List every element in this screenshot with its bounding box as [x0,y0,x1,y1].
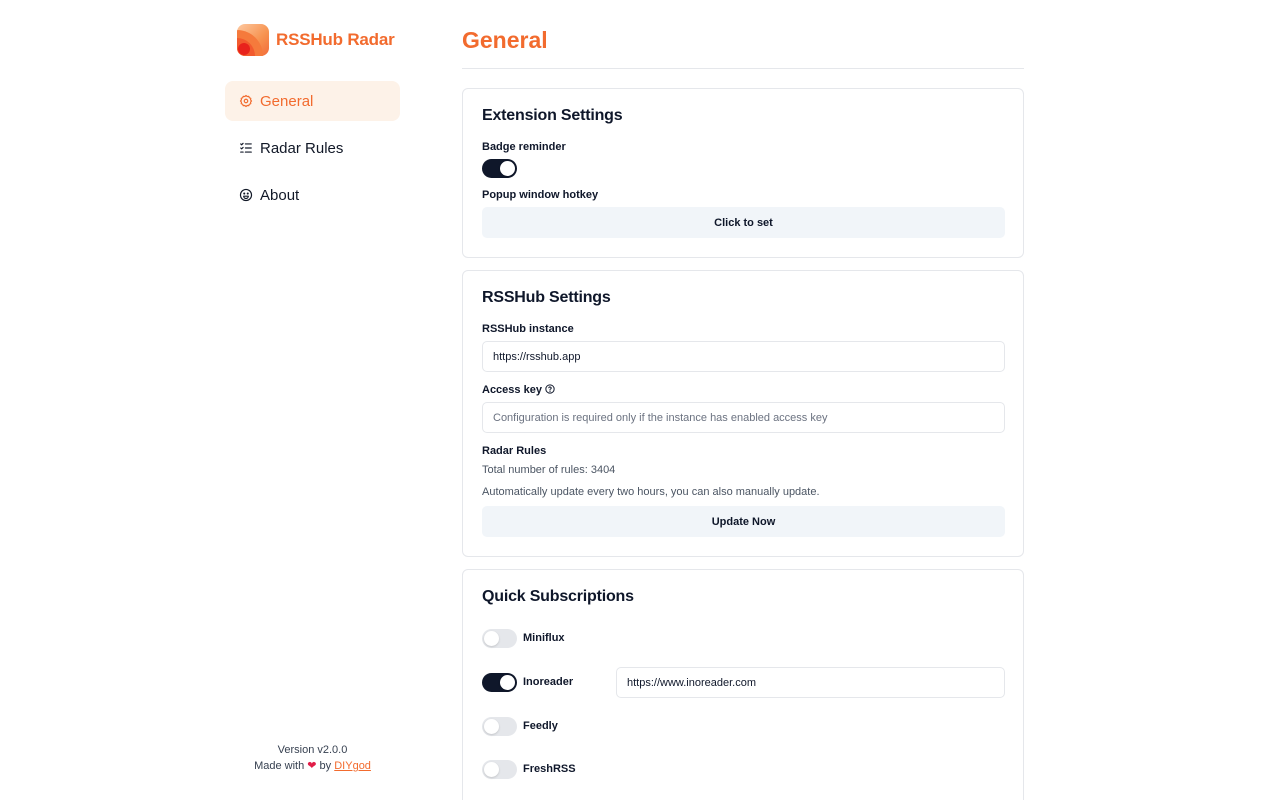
feedly-label: Feedly [523,720,558,732]
rsshub-instance-label: RSSHub instance [482,323,574,335]
rsshub-logo-icon [237,24,269,56]
smile-icon [239,188,253,202]
made-with-text: Made with [254,760,305,772]
badge-reminder-label: Badge reminder [482,141,566,153]
inoreader-toggle[interactable] [482,673,517,692]
sidebar-item-label: About [260,186,300,204]
extension-settings-card: Extension Settings Badge reminder Popup … [462,88,1024,258]
inoreader-url-input[interactable] [616,667,1005,698]
title-divider [462,68,1024,69]
brand[interactable]: RSSHub Radar [237,24,395,56]
access-key-label: Access key [482,384,555,396]
sidebar-item-about[interactable]: About [225,175,400,215]
update-now-button[interactable]: Update Now [482,506,1005,537]
sidebar-item-radar-rules[interactable]: Radar Rules [225,128,400,168]
sidebar: RSSHub Radar General Radar Rules About V… [225,0,400,800]
card-title: RSSHub Settings [482,289,611,306]
author-link[interactable]: DIYgod [334,760,371,772]
sidebar-item-label: Radar Rules [260,139,344,157]
credits: Made with ❤ by DIYgod [225,758,400,774]
heart-icon: ❤ [307,760,317,772]
inoreader-label: Inoreader [523,676,574,688]
rsshub-settings-card: RSSHub Settings RSSHub instance Access k… [462,270,1024,557]
rules-total-text: Total number of rules: 3404 [482,464,616,476]
radar-rules-label: Radar Rules [482,445,547,457]
access-key-label-text: Access key [482,384,542,396]
card-title: Quick Subscriptions [482,588,634,605]
page-title: General [462,27,548,53]
sidebar-footer: Version v2.0.0 Made with ❤ by DIYgod [225,742,400,774]
brand-name: RSSHub Radar [276,30,395,49]
feedly-toggle[interactable] [482,717,517,736]
sidebar-item-general[interactable]: General [225,81,400,121]
card-title: Extension Settings [482,107,623,124]
quick-subscriptions-card: Quick Subscriptions Miniflux Inoreader F… [462,569,1024,800]
freshrss-toggle[interactable] [482,760,517,779]
access-key-input[interactable] [482,402,1005,433]
set-hotkey-button[interactable]: Click to set [482,207,1005,238]
version-text: Version v2.0.0 [277,744,348,756]
sidebar-item-label: General [260,92,314,110]
help-circle-icon[interactable] [545,384,555,394]
miniflux-toggle[interactable] [482,629,517,648]
freshrss-label: FreshRSS [523,763,576,775]
rules-update-note: Automatically update every two hours, yo… [482,486,820,498]
miniflux-label: Miniflux [523,632,565,644]
rsshub-instance-input[interactable] [482,341,1005,372]
list-checks-icon [239,141,253,155]
sidebar-nav: General Radar Rules About [225,81,400,222]
by-text: by [319,760,332,772]
popup-hotkey-label: Popup window hotkey [482,189,599,201]
badge-reminder-toggle[interactable] [482,159,517,178]
gear-icon [239,94,253,108]
